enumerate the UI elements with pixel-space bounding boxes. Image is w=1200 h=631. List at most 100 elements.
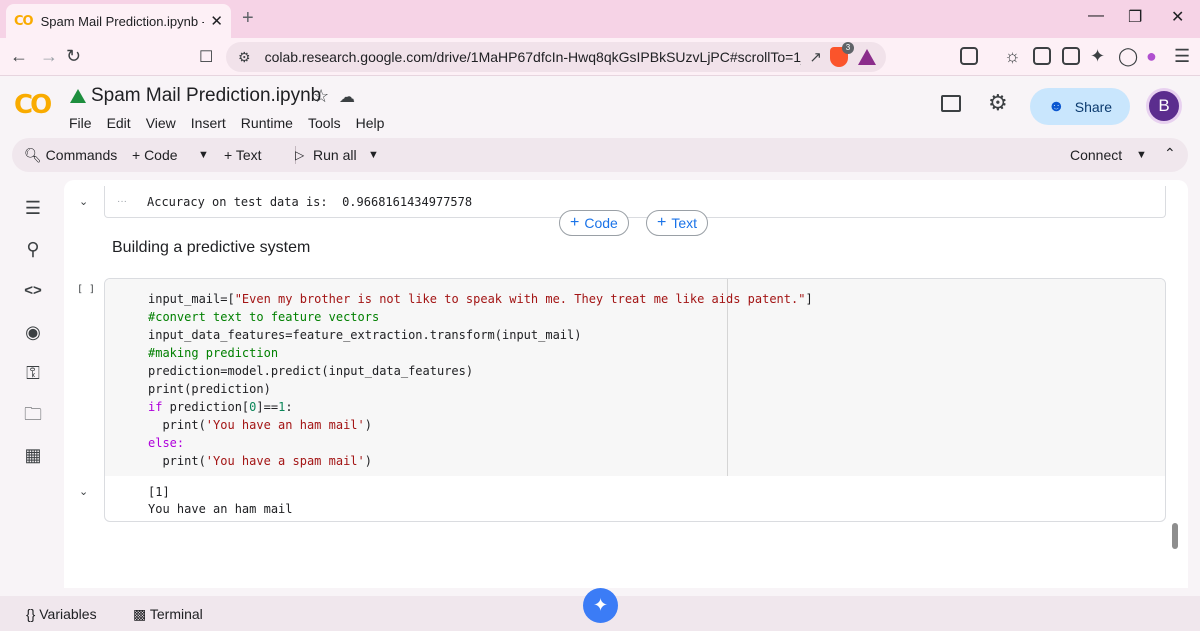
data-table-icon[interactable]: ▦ [22,444,44,466]
colab-header: CO Spam Mail Prediction.ipynb ☆ ☁ File E… [0,76,1200,136]
menu-edit[interactable]: Edit [107,115,131,131]
play-icon: ▷ [295,148,305,162]
back-icon[interactable]: ← [10,46,28,67]
notebook-canvas: ⌄ ··· Accuracy on test data is: 0.966816… [64,180,1188,588]
sidebar-icon[interactable] [1033,47,1051,65]
share-label: Share [1074,98,1113,115]
brave-rewards-icon[interactable] [858,49,876,65]
avatar[interactable]: B [1146,88,1182,124]
menu-file[interactable]: File [69,115,92,131]
prediction-output: [1] [148,485,170,499]
window-restore-icon[interactable]: ❐ [1128,7,1142,27]
star-icon[interactable]: ☆ [313,86,329,107]
notebook-scrollbar[interactable] [1172,523,1178,549]
tab-title: Spam Mail Prediction.ipynb - Co [40,13,205,29]
wallet-icon[interactable] [1062,47,1080,65]
variables-label: Variables [39,606,97,622]
url-text: colab.research.google.com/drive/1MaHP67d… [264,49,802,65]
window-minimize-icon[interactable]: — [1088,7,1104,25]
collapse-cell-output-chevron-icon[interactable]: ⌄ [79,485,88,498]
ham-mail-output: You have an ham mail [148,502,293,516]
collapse-header-icon[interactable]: ⌃ [1164,145,1176,162]
output-menu-dots[interactable]: ··· [117,196,127,207]
menu-runtime[interactable]: Runtime [241,115,293,131]
vpn-shield-icon[interactable]: ◯ [1118,46,1138,67]
run-all-button[interactable]: Run all [313,147,357,163]
browser-nav-bar: ← → ↻ ☐ ⚙ colab.research.google.com/driv… [0,38,1200,76]
secrets-key-icon[interactable]: ⚿ [22,362,44,384]
code-line-9: else: [148,436,185,450]
commands-label: Commands [45,147,118,163]
terminal-button[interactable]: ▩ Terminal [133,606,203,623]
ai-sparkle-icon[interactable]: ✦ [1090,46,1105,67]
table-of-contents-icon[interactable]: ☰ [22,197,44,219]
code-line-1: input_mail=["Even my brother is not like… [148,292,813,306]
variables-inspector-icon[interactable]: ◉ [22,321,44,343]
code-line-4: #making prediction [148,346,279,360]
browser-menu-icon[interactable]: ☰ [1174,46,1190,67]
previous-cell-output: ··· Accuracy on test data is: 0.96681614… [104,186,1166,218]
notebook-toolbar: 🔍︎ Commands + Code ▼ + Text ▷ Run all ▼ … [12,138,1188,172]
insert-text-label: Text [671,215,698,231]
cell-output: [1] You have an ham mail [148,484,293,518]
menu-help[interactable]: Help [356,115,385,131]
code-editor[interactable]: input_mail=["Even my brother is not like… [105,279,1165,476]
code-line-6: print(prediction) [148,382,271,396]
menu-insert[interactable]: Insert [191,115,226,131]
collapse-output-chevron-icon[interactable]: ⌄ [79,195,88,208]
files-folder-icon[interactable]: 🗀︎ [22,403,44,425]
commands-button[interactable]: 🔍︎ Commands [24,147,117,164]
find-replace-icon[interactable]: ⚲ [22,238,44,260]
browser-tab-strip: CO Spam Mail Prediction.ipynb - Co ✕ + —… [0,0,1200,38]
code-line-8: print('You have an ham mail') [148,418,372,432]
settings-gear-icon[interactable]: ⚙ [988,90,1008,116]
address-bar[interactable]: ⚙ colab.research.google.com/drive/1MaHP6… [226,42,886,72]
colab-logo[interactable]: CO [14,90,52,120]
comments-icon[interactable] [941,95,961,112]
code-line-5: prediction=model.predict(input_data_feat… [148,364,474,378]
section-heading: Building a predictive system [112,239,311,256]
menu-view[interactable]: View [146,115,176,131]
share-button[interactable]: ☻ Share [1030,88,1130,125]
share-page-icon[interactable]: ↗ [809,48,822,66]
notebook-title[interactable]: Spam Mail Prediction.ipynb [91,85,321,107]
code-cell[interactable]: input_mail=["Even my brother is not like… [104,278,1166,522]
leo-extension-icon[interactable]: ☼ [1004,46,1021,67]
insert-code-cell-button[interactable]: + Code [559,210,629,236]
run-cell-bracket[interactable]: [ ] [77,284,95,295]
add-code-dropdown-icon[interactable]: ▼ [198,149,209,161]
insert-code-label: Code [584,215,618,231]
browser-tab[interactable]: CO Spam Mail Prediction.ipynb - Co ✕ [6,4,231,38]
terminal-label: Terminal [149,606,203,622]
add-code-button[interactable]: + Code [132,147,178,163]
tab-close-icon[interactable]: ✕ [210,12,223,30]
gemini-sparkle-button[interactable]: ✦ [583,588,618,623]
add-text-button[interactable]: + Text [224,147,262,163]
colab-favicon-icon: CO [14,13,34,29]
people-icon: ☻ [1047,97,1065,115]
menu-bar: File Edit View Insert Runtime Tools Help [69,115,384,131]
accuracy-output-text: Accuracy on test data is: 0.966816143497… [147,195,473,209]
run-all-dropdown-icon[interactable]: ▼ [368,149,379,161]
code-text: input_mail=["Even my brother is not like… [148,290,813,470]
new-tab-icon[interactable]: + [242,7,254,30]
code-line-2: #convert text to feature vectors [148,310,380,324]
site-settings-icon[interactable]: ⚙ [238,49,251,66]
forward-icon[interactable]: → [40,46,58,67]
menu-tools[interactable]: Tools [308,115,341,131]
cloud-sync-icon[interactable]: ☁ [339,87,355,107]
screenshot-extension-icon[interactable] [960,47,978,65]
window-close-icon[interactable]: ✕ [1171,7,1184,27]
google-drive-icon [70,89,86,103]
reload-icon[interactable]: ↻ [66,46,81,67]
brave-badge: 3 [842,42,854,54]
code-snippets-icon[interactable]: <> [22,280,44,302]
connect-dropdown-icon[interactable]: ▼ [1136,149,1147,161]
bookmark-icon[interactable]: ☐ [199,47,213,67]
connect-button[interactable]: Connect [1070,147,1122,163]
side-rail: ☰ ⚲ <> ◉ ⚿ 🗀︎ ▦ [0,185,64,595]
brave-shield-icon[interactable]: 3 [830,42,854,67]
profile-icon[interactable]: ● [1146,46,1157,67]
insert-text-cell-button[interactable]: + Text [646,210,709,236]
variables-button[interactable]: {} Variables [26,606,97,622]
